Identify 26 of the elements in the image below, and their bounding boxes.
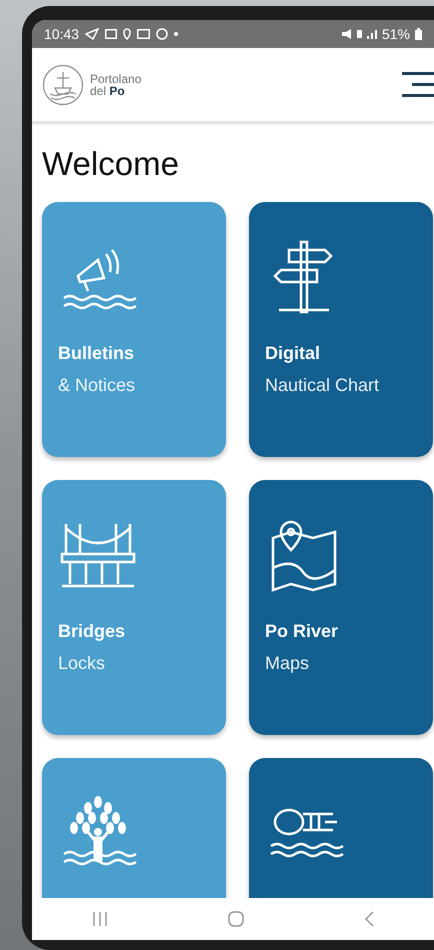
menu-card[interactable]: Digital Nautical Chart [249,202,433,457]
logo-text: Portolano [90,72,142,84]
card-title: Po River [265,620,338,642]
card-subtitle: Locks [58,652,106,674]
signal-icon [366,30,377,38]
ship-logo-icon [42,64,84,106]
recent-apps-icon[interactable] [92,912,108,926]
logo-text: del Po [90,84,126,96]
card-title: Bulletins [58,342,134,364]
battery-text: 51% [382,24,410,44]
dot-icon [174,32,178,36]
home-icon[interactable] [228,911,244,927]
page-title: Welcome [42,144,180,184]
card-subtitle: Nautical Chart [265,374,380,396]
menu-card[interactable]: Po River Maps [249,480,433,735]
card-subtitle: Maps [265,652,310,674]
send-icon [85,28,100,40]
location-icon [123,28,132,40]
circle-icon [156,28,168,40]
card-subtitle: & Notices [58,374,136,396]
battery-icon [415,28,422,40]
back-icon[interactable] [364,911,374,927]
card-title: Digital [265,342,320,364]
card-title: Bridges [58,620,126,642]
mute-icon [342,28,352,40]
clock-text: 10:43 [44,24,80,44]
